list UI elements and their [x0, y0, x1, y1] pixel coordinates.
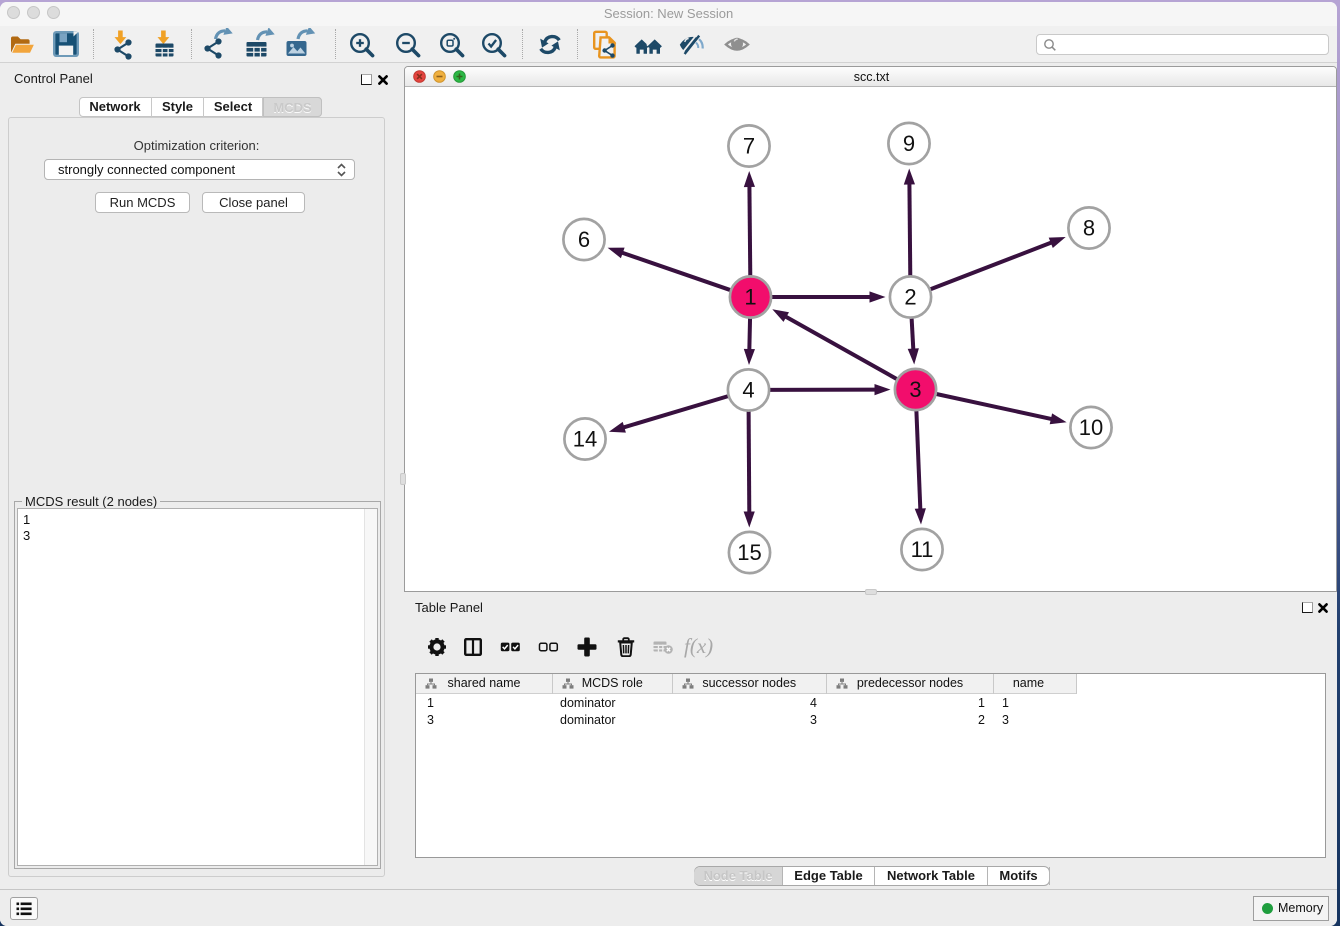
svg-text:8: 8 [1083, 216, 1095, 241]
svg-text:2: 2 [904, 285, 916, 310]
svg-text:3: 3 [909, 377, 921, 402]
svg-text:1: 1 [744, 285, 756, 310]
svg-text:6: 6 [578, 227, 590, 252]
svg-text:9: 9 [903, 131, 915, 156]
svg-text:11: 11 [911, 537, 934, 562]
svg-text:4: 4 [742, 378, 754, 403]
svg-text:10: 10 [1079, 415, 1103, 440]
svg-text:14: 14 [573, 427, 597, 452]
svg-text:7: 7 [743, 134, 755, 159]
svg-text:15: 15 [737, 540, 761, 565]
